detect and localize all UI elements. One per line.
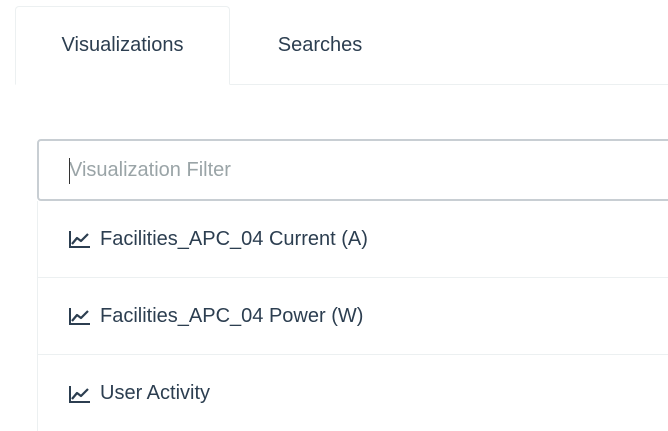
text-cursor [69,158,70,184]
tab-visualizations-label: Visualizations [61,34,184,56]
line-chart-icon [68,384,92,404]
tab-bar: Visualizations Searches [15,6,668,85]
visualization-filter-input[interactable] [39,141,668,199]
tab-searches-label: Searches [277,34,363,56]
visualization-list-panel: Facilities_APC_04 Current (A) Facilities… [37,139,668,431]
list-item[interactable]: Facilities_APC_04 Power (W) [38,278,668,355]
visualize-panel: Visualizations Searches Facilities_APC_0… [0,0,668,431]
tab-visualizations[interactable]: Visualizations [15,6,230,85]
list-item-label: Facilities_APC_04 Current (A) [100,227,368,250]
list-item[interactable]: User Activity [38,355,668,431]
visualization-list: Facilities_APC_04 Current (A) Facilities… [37,201,668,431]
list-item-label: Facilities_APC_04 Power (W) [100,304,364,327]
list-item[interactable]: Facilities_APC_04 Current (A) [38,201,668,278]
list-item-label: User Activity [100,382,211,404]
line-chart-icon [68,229,92,249]
visualization-filter-box [37,139,668,201]
tab-searches[interactable]: Searches [230,6,410,85]
line-chart-icon [68,306,92,326]
